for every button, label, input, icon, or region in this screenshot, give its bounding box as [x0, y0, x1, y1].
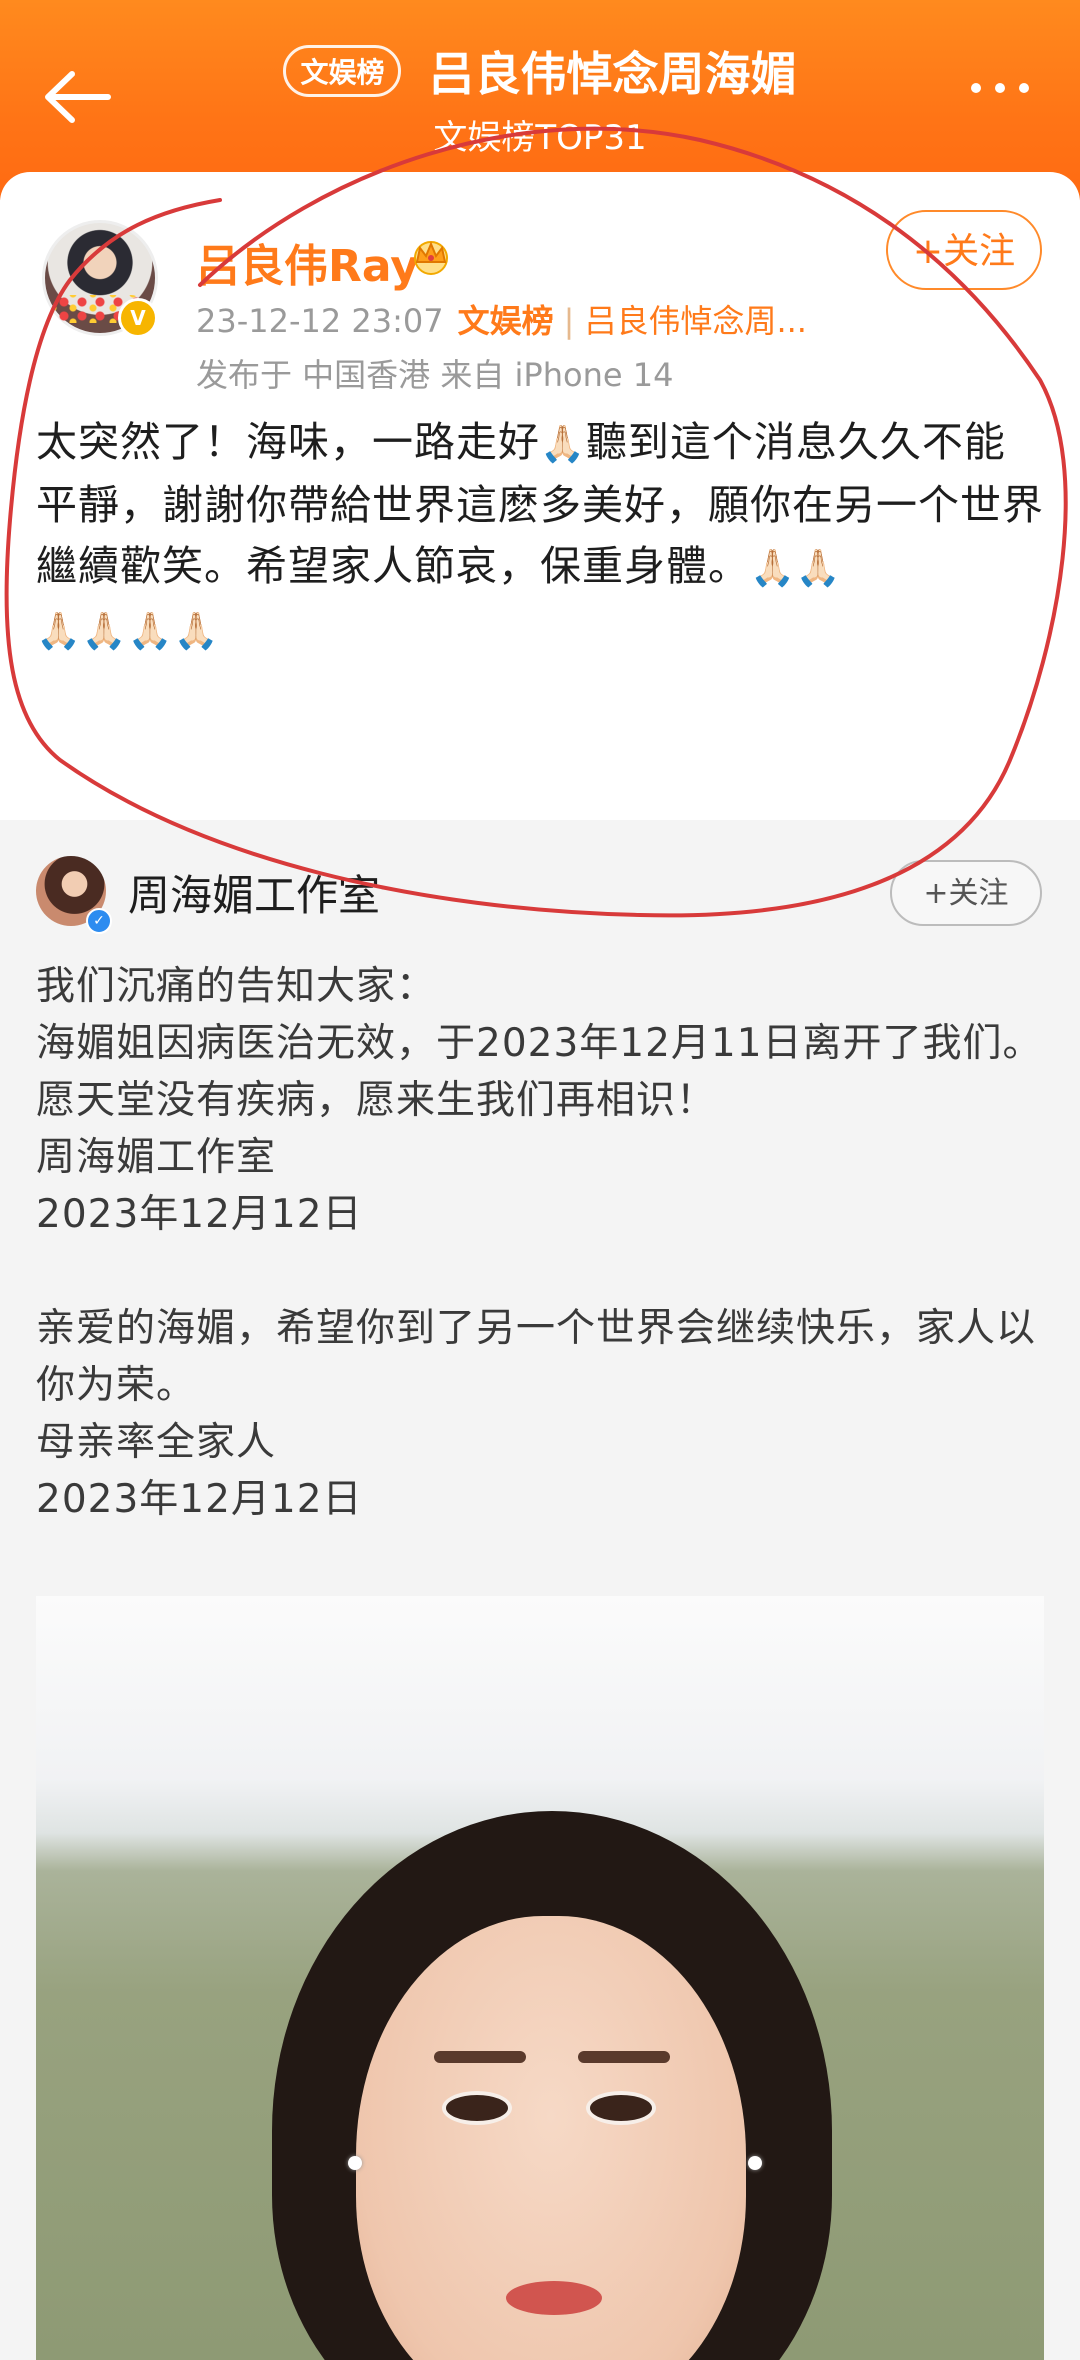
photo-earring [748, 2156, 762, 2170]
repost-follow-button[interactable]: +关注 [890, 860, 1042, 926]
post-topic-link[interactable]: 吕良伟悼念周... [584, 302, 807, 340]
photo-brow [434, 2051, 526, 2063]
pray-emoji-icon: 🙏🏻 [540, 424, 586, 465]
post-body-text-1: 太突然了！海味，一路走好 [36, 418, 540, 466]
post-datetime: 23-12-12 23:07 [196, 302, 444, 340]
crown-icon [414, 241, 448, 275]
follow-button[interactable]: +关注 [886, 210, 1042, 290]
pray-emoji-icon: 🙏🏻🙏🏻🙏🏻🙏🏻 [36, 611, 220, 652]
repost-block[interactable]: ✓ 周海媚工作室 +关注 我们沉痛的告知大家： 海媚姐因病医治无效，于2023年… [0, 820, 1080, 2360]
repost-author-name[interactable]: 周海媚工作室 [128, 862, 380, 923]
post-body: 太突然了！海味，一路走好🙏🏻聽到這个消息久久不能平靜，謝謝你帶給世界這麽多美好，… [36, 412, 1046, 662]
repost-line: 周海媚工作室 [36, 1135, 277, 1180]
photo-eye [586, 2091, 656, 2125]
repost-line: 母亲率全家人 [36, 1420, 277, 1465]
repost-line: 海媚姐因病医治无效，于2023年12月11日离开了我们。 [36, 1021, 1043, 1066]
more-icon[interactable] [964, 78, 1044, 118]
verified-blue-icon: ✓ [86, 908, 112, 934]
meta-divider: | [563, 302, 575, 340]
repost-line: 2023年12月12日 [36, 1477, 363, 1522]
photo-earring [348, 2156, 362, 2170]
ranking-subtitle[interactable]: 文娱榜TOP31 [0, 110, 1080, 159]
repost-line: 2023年12月12日 [36, 1192, 363, 1237]
post-author-name[interactable]: 吕良伟Ray [196, 230, 419, 294]
photo-brow [578, 2051, 670, 2063]
repost-text: 我们沉痛的告知大家： 海媚姐因病医治无效，于2023年12月11日离开了我们。 … [36, 958, 1046, 1528]
repost-line: 我们沉痛的告知大家： [36, 964, 437, 1009]
repost-line: 愿天堂没有疾病，愿来生我们再相识！ [36, 1078, 717, 1123]
photo-lips [506, 2281, 602, 2315]
photo-eye [442, 2091, 512, 2125]
post-source: 发布于 中国香港 来自 iPhone 14 [196, 356, 674, 394]
repost-photo[interactable] [36, 1596, 1044, 2360]
header-title-row: 文娱榜 吕良伟悼念周海媚 [0, 38, 1080, 104]
page-title: 吕良伟悼念周海媚 [428, 47, 797, 101]
ranking-badge: 文娱榜 [283, 45, 402, 97]
post-card: V 吕良伟Ray 23-12-12 23:07 文娱榜 | 吕良伟悼念周... 发布于… [0, 172, 1080, 2360]
pray-emoji-icon: 🙏🏻🙏🏻 [750, 548, 842, 589]
post-meta: 23-12-12 23:07 文娱榜 | 吕良伟悼念周... [196, 296, 807, 342]
repost-line: 亲爱的海媚，希望你到了另一个世界会继续快乐，家人以你为荣。 [36, 1306, 1037, 1408]
verified-gold-icon: V [118, 298, 158, 338]
photo-face [356, 1916, 746, 2360]
post-tag[interactable]: 文娱榜 [458, 302, 554, 340]
top-header: 文娱榜 吕良伟悼念周海媚 文娱榜TOP31 [0, 0, 1080, 200]
